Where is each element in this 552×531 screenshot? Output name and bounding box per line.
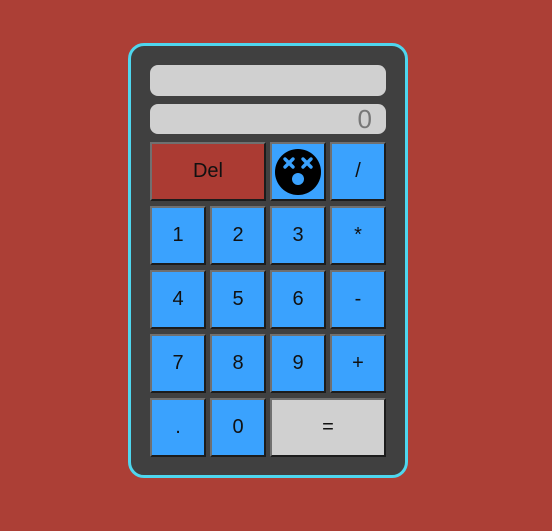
- digit-9-button[interactable]: 9: [270, 334, 326, 393]
- delete-button[interactable]: Del: [150, 142, 266, 201]
- dizzy-face-icon: [275, 148, 321, 195]
- face-button[interactable]: [270, 142, 326, 201]
- plus-button[interactable]: +: [330, 334, 386, 393]
- calculator: 0 Del / 1 2 3 * 4 5 6 - 7 8 9 + . 0 =: [128, 43, 408, 478]
- previous-operand-display: [150, 65, 386, 96]
- digit-3-button[interactable]: 3: [270, 206, 326, 265]
- multiply-button[interactable]: *: [330, 206, 386, 265]
- digit-1-button[interactable]: 1: [150, 206, 206, 265]
- minus-button[interactable]: -: [330, 270, 386, 329]
- equals-button[interactable]: =: [270, 398, 386, 457]
- divide-button[interactable]: /: [330, 142, 386, 201]
- digit-4-button[interactable]: 4: [150, 270, 206, 329]
- digit-7-button[interactable]: 7: [150, 334, 206, 393]
- decimal-button[interactable]: .: [150, 398, 206, 457]
- current-operand-display: 0: [150, 104, 386, 134]
- digit-2-button[interactable]: 2: [210, 206, 266, 265]
- digit-5-button[interactable]: 5: [210, 270, 266, 329]
- digit-6-button[interactable]: 6: [270, 270, 326, 329]
- digit-0-button[interactable]: 0: [210, 398, 266, 457]
- digit-8-button[interactable]: 8: [210, 334, 266, 393]
